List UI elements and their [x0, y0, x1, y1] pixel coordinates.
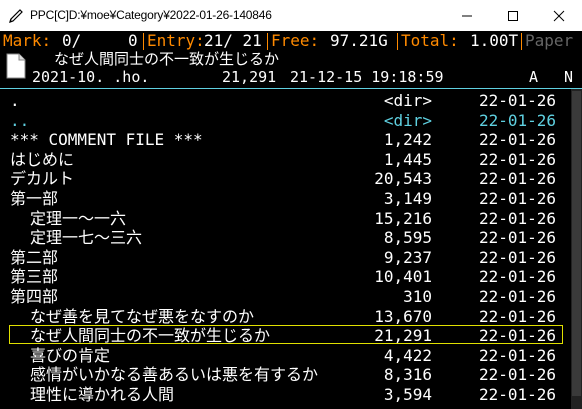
maximize-button[interactable]	[490, 0, 536, 31]
file-name: 第三部	[10, 267, 59, 287]
file-date: 22-01-26	[478, 287, 556, 306]
file-size: 20,543	[374, 169, 432, 189]
file-name: 第二部	[10, 247, 59, 267]
window-title: PPC[C]D:¥moe¥Category¥2022-01-26-140846	[30, 8, 272, 22]
file-name: .	[10, 91, 20, 110]
divider	[521, 33, 522, 50]
minimize-button[interactable]	[444, 0, 490, 31]
total-label: Total:	[401, 31, 459, 50]
attribute: A	[529, 68, 539, 86]
selected-filename: なぜ人間同士の不一致が生じるか	[54, 50, 280, 68]
file-name: ..	[10, 110, 30, 130]
file-name: 感情がいかなる善あるいは悪を有するか	[30, 365, 319, 385]
file-name: 理性に導かれる人間	[30, 385, 175, 404]
file-date: 22-01-26	[478, 91, 556, 110]
document-icon	[6, 53, 26, 79]
file-date: 22-01-26	[478, 110, 556, 130]
file-name: はじめに	[10, 149, 75, 169]
total-value: 1.00T	[470, 31, 519, 50]
file-name: 定理一～一六	[30, 208, 127, 228]
file-size: 13,670	[374, 306, 432, 326]
entry-label: Entry:	[147, 31, 205, 50]
file-date: 22-01-26	[478, 189, 556, 208]
file-date: 22-01-26	[478, 228, 556, 248]
file-size: 8,595	[383, 228, 432, 248]
file-size: 1,445	[383, 149, 432, 169]
divider	[143, 33, 144, 50]
free-value: 97.21G	[330, 31, 388, 50]
file-size: 3,149	[383, 189, 432, 208]
file-row[interactable]: .. <dir> 22-01-26	[0, 111, 570, 130]
file-row[interactable]: 定理一～一六 15,216 22-01-26	[0, 209, 570, 228]
scrollbar-thumb[interactable]	[572, 91, 581, 396]
file-row[interactable]: 第一部 3,149 22-01-26	[0, 189, 570, 208]
status-info-bar: Mark: 0/ 0 Entry: 21/ 21 Free: 97.21G To…	[0, 31, 582, 51]
file-row[interactable]: 第四部 310 22-01-26	[0, 287, 570, 306]
mark-count: 0/	[62, 31, 82, 50]
file-size: <dir>	[383, 110, 432, 130]
file-size: 10,401	[374, 267, 432, 287]
file-date: 22-01-26	[478, 169, 556, 189]
file-date: 22-01-26	[478, 365, 556, 385]
divider	[397, 33, 398, 50]
file-row[interactable]: 定理一七～三六 8,595 22-01-26	[0, 228, 570, 247]
flag: N	[564, 68, 574, 86]
maximize-icon	[508, 11, 518, 21]
close-icon	[553, 10, 565, 22]
file-date: 22-01-26	[478, 306, 556, 326]
file-row[interactable]: 感情がいかなる善あるいは悪を有するか 8,316 22-01-26	[0, 365, 570, 384]
file-row[interactable]: なぜ善を見てなぜ悪をなすのか 13,670 22-01-26	[0, 307, 570, 326]
file-row[interactable]: 喜びの肯定 4,422 22-01-26	[0, 346, 570, 365]
file-date: 22-01-26	[478, 345, 556, 365]
file-date: 22-01-26	[478, 130, 556, 150]
file-size: 4,422	[383, 345, 432, 365]
file-size: 21,291	[222, 68, 277, 86]
file-row[interactable]: *** COMMENT FILE *** 1,242 22-01-26	[0, 130, 570, 149]
mark-size: 0	[128, 31, 138, 50]
selection-cursor	[9, 325, 563, 345]
created-date: 2021-10. .ho.	[32, 68, 150, 86]
divider	[267, 33, 268, 50]
vertical-scrollbar[interactable]	[571, 89, 582, 409]
file-name: 喜びの肯定	[30, 345, 111, 365]
file-size: <dir>	[383, 91, 432, 110]
file-row[interactable]: 第三部 10,401 22-01-26	[0, 267, 570, 286]
title-bar[interactable]: PPC[C]D:¥moe¥Category¥2022-01-26-140846	[0, 0, 582, 31]
pen-icon	[9, 9, 23, 23]
file-row[interactable]: 第二部 9,237 22-01-26	[0, 248, 570, 267]
paper-label: Paper	[525, 31, 574, 50]
file-list[interactable]: . <dir> 22-01-26.. <dir> 22-01-26 *** COMMENT…	[0, 89, 570, 409]
file-name: デカルト	[10, 169, 75, 189]
file-size: 3,594	[383, 385, 432, 404]
file-size: 1,242	[383, 130, 432, 150]
file-row[interactable]: . <dir> 22-01-26	[0, 91, 570, 110]
file-date: 22-01-26	[478, 208, 556, 228]
modified-date: 21-12-15 19:18:59	[290, 68, 444, 86]
file-date: 22-01-26	[478, 385, 556, 404]
file-size: 15,216	[374, 208, 432, 228]
mark-label: Mark:	[3, 31, 52, 50]
file-name: 第四部	[10, 287, 59, 306]
file-date: 22-01-26	[478, 267, 556, 287]
file-size: 8,316	[383, 365, 432, 385]
file-name: なぜ善を見てなぜ悪をなすのか	[30, 306, 255, 326]
file-row[interactable]: はじめに 1,445 22-01-26	[0, 150, 570, 169]
file-row[interactable]: デカルト 20,543 22-01-26	[0, 169, 570, 188]
file-size: 310	[403, 287, 432, 306]
close-button[interactable]	[536, 0, 582, 31]
entry-value: 21/ 21	[204, 31, 262, 50]
file-date: 22-01-26	[478, 149, 556, 169]
file-info-panel: なぜ人間同士の不一致が生じるか 2021-10. .ho. 21,291 21-…	[0, 51, 582, 87]
file-name: 第一部	[10, 189, 59, 208]
minimize-icon	[462, 15, 472, 17]
free-label: Free:	[271, 31, 320, 50]
file-name: 定理一七～三六	[30, 228, 143, 248]
file-row[interactable]: 理性に導かれる人間 3,594 22-01-26	[0, 385, 570, 404]
file-date: 22-01-26	[478, 247, 556, 267]
file-name: *** COMMENT FILE ***	[10, 130, 203, 150]
file-size: 9,237	[383, 247, 432, 267]
